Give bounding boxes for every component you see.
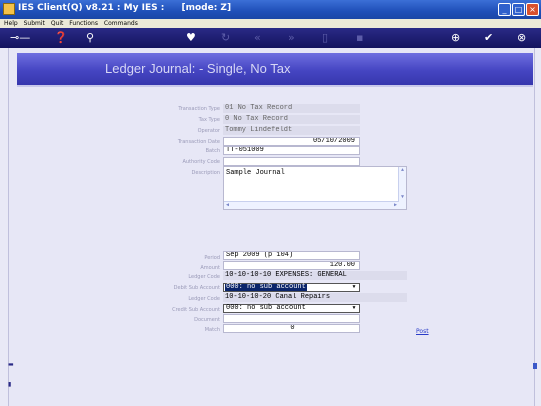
- label-transaction-date: Transaction Date: [177, 139, 220, 145]
- corner-marker: [533, 363, 537, 369]
- content-frame: [8, 48, 535, 406]
- key-icon[interactable]: ⊸—: [10, 31, 30, 45]
- label-match: Match: [204, 327, 220, 333]
- list-icon[interactable]: ▯: [322, 31, 328, 45]
- heart-icon[interactable]: ♥: [186, 31, 196, 45]
- credit-ledger-code-field[interactable]: 10-10-10-20 Canal Repairs: [223, 293, 407, 302]
- page-title: Ledger Journal: - Single, No Tax: [105, 61, 291, 76]
- label-authority-code: Authority Code: [182, 159, 220, 165]
- scroll-left-icon[interactable]: ◀: [224, 202, 231, 209]
- batch-field[interactable]: TT-051009: [223, 146, 360, 155]
- credit-sub-account-value: 000: no sub account: [226, 304, 306, 312]
- label-period: Period: [204, 255, 220, 261]
- window-title: IES Client(Q) v8.21 : My IES : [mode: Z]: [18, 3, 231, 13]
- check-icon[interactable]: ✔: [484, 31, 493, 45]
- menu-quit[interactable]: Quit: [51, 20, 64, 27]
- scroll-right-icon[interactable]: ▶: [392, 202, 399, 209]
- description-text: Sample Journal: [226, 169, 285, 177]
- label-transaction-type: Transaction Type: [178, 106, 220, 112]
- forward-icon[interactable]: »: [288, 31, 295, 45]
- description-hscroll[interactable]: ◀ ▶: [224, 201, 399, 209]
- window-mode: [mode: Z]: [181, 3, 232, 13]
- title-bar: IES Client(Q) v8.21 : My IES : [mode: Z]…: [0, 0, 541, 19]
- credit-sub-account-select[interactable]: 000: no sub account ▼: [223, 304, 360, 313]
- description-vscroll[interactable]: ▲ ▼: [398, 167, 406, 209]
- label-tax-type: Tax Type: [198, 117, 220, 123]
- scroll-down-icon[interactable]: ▼: [399, 194, 406, 201]
- debit-ledger-code-field[interactable]: 10-10-10-10 EXPENSES: GENERAL: [223, 271, 407, 280]
- label-description: Description: [191, 170, 220, 176]
- close-button[interactable]: ×: [526, 3, 539, 16]
- label-amount: Amount: [200, 265, 220, 271]
- cancel-icon[interactable]: ⊗: [517, 31, 526, 45]
- refresh-icon[interactable]: ↻: [221, 31, 230, 45]
- menu-help[interactable]: Help: [4, 20, 18, 27]
- chevron-down-icon[interactable]: ▼: [350, 284, 358, 291]
- toolbar: ⊸— ❓ ⚲ ♥ ↻ « » ▯ ▪ ⊕ ✔ ⊗: [0, 28, 541, 48]
- minimize-button[interactable]: _: [498, 3, 511, 16]
- search-icon[interactable]: ⚲: [86, 31, 94, 45]
- tax-type-field: 0 No Tax Record: [223, 115, 360, 124]
- menu-commands[interactable]: Commands: [104, 20, 138, 27]
- label-batch: Batch: [205, 148, 220, 154]
- label-debit-ledger-code: Ledger Code: [188, 274, 220, 280]
- debit-sub-account-value: 000: no sub account: [225, 283, 307, 291]
- chevron-down-icon[interactable]: ▼: [350, 305, 358, 312]
- menu-functions[interactable]: Functions: [69, 20, 98, 27]
- banner-divider: [17, 85, 533, 87]
- label-document: Document: [194, 317, 220, 323]
- document-field[interactable]: [223, 314, 360, 323]
- transaction-date-field[interactable]: 05/10/2009: [223, 137, 360, 146]
- authority-code-field[interactable]: [223, 157, 360, 166]
- app-icon: [3, 3, 15, 15]
- label-debit-sub-account: Debit Sub Account: [173, 285, 220, 291]
- post-link[interactable]: Post: [416, 328, 429, 335]
- label-credit-sub-account: Credit Sub Account: [172, 307, 220, 313]
- transaction-type-field: 01 No Tax Record: [223, 104, 360, 113]
- debit-sub-account-select[interactable]: 000: no sub account ▼: [223, 283, 360, 292]
- delete-icon[interactable]: ▪: [356, 31, 363, 45]
- label-operator: Operator: [197, 128, 220, 134]
- window-title-text: IES Client(Q) v8.21 : My IES :: [18, 3, 165, 13]
- description-textarea[interactable]: Sample Journal ▲ ▼ ◀ ▶: [223, 166, 407, 210]
- menu-bar: Help Submit Quit Functions Commands: [0, 19, 541, 28]
- label-credit-ledger-code: Ledger Code: [188, 296, 220, 302]
- side-marker-top: ▬: [8, 361, 14, 368]
- match-field[interactable]: 0: [223, 324, 360, 333]
- operator-field: Tommy Lindefeldt: [223, 126, 360, 135]
- maximize-button[interactable]: □: [512, 3, 525, 16]
- menu-submit[interactable]: Submit: [24, 20, 45, 27]
- scroll-up-icon[interactable]: ▲: [399, 167, 406, 174]
- period-field[interactable]: Sep 2009 (p 104): [223, 251, 360, 260]
- page-banner: Ledger Journal: - Single, No Tax: [17, 53, 533, 85]
- help-icon[interactable]: ❓: [54, 31, 68, 45]
- back-icon[interactable]: «: [254, 31, 261, 45]
- side-marker-icon: ▮: [8, 381, 12, 388]
- add-icon[interactable]: ⊕: [451, 31, 460, 45]
- amount-field[interactable]: 120.00: [223, 261, 360, 270]
